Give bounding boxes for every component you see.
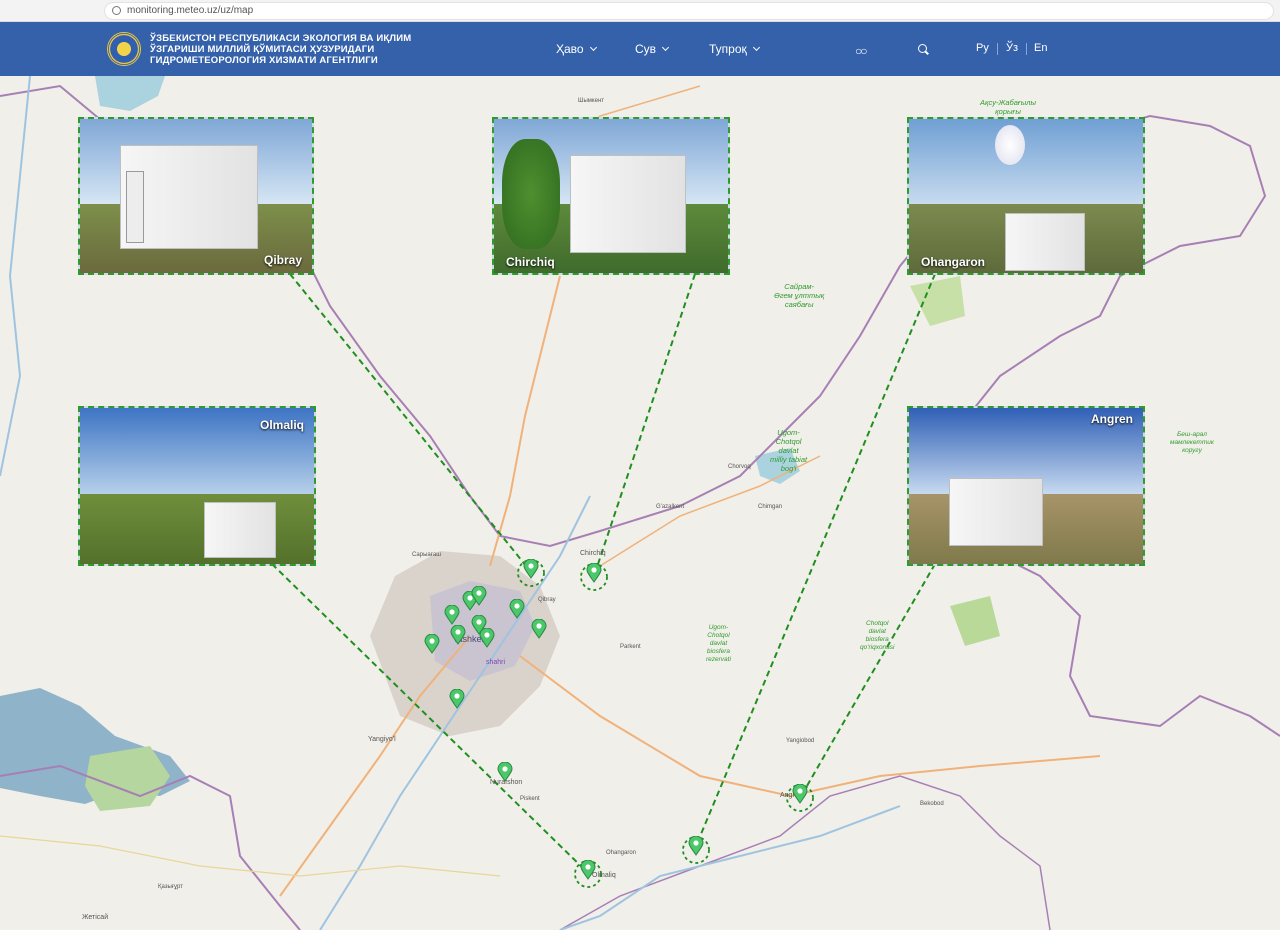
park-label-besh-aral: Беш-арал мамлекеттик коругу — [1170, 431, 1214, 454]
photo-ground — [80, 493, 314, 564]
monitoring-station-cabin — [570, 155, 686, 253]
place-label-piskent: Piskent — [520, 796, 540, 802]
tree — [502, 139, 560, 249]
station-photo-chirchiq[interactable]: Chirchiq — [492, 117, 730, 275]
agency-name[interactable]: ЎЗБЕКИСТОН РЕСПУБЛИКАСИ ЭКОЛОГИЯ ВА ИҚЛИ… — [150, 33, 411, 66]
ohangaron-river — [559, 805, 901, 930]
station-name-olmaliq: Olmaliq — [259, 418, 304, 432]
agency-name-line3: ГИДРОМЕТЕОРОЛОГИЯ ХИЗМАТИ АГЕНТЛИГИ — [150, 55, 378, 66]
station-marker-icon[interactable] — [424, 634, 440, 654]
place-label-chirchiq: Chirchiq — [580, 550, 606, 557]
station-highlights — [517, 559, 814, 888]
station-photo-qibray[interactable]: Qibray — [78, 117, 314, 275]
lang-divider — [997, 43, 998, 55]
park-area — [950, 596, 1000, 646]
accessibility-glasses-icon[interactable]: ○○ — [855, 44, 867, 58]
place-label-yangiyol: Yangiyo'l — [368, 736, 396, 743]
nav-suv[interactable]: Сув — [635, 42, 670, 56]
place-label-yangiobod: Yangiobod — [786, 738, 815, 744]
chevron-down-icon — [752, 43, 760, 52]
agency-name-line2: ЎЗГАРИШИ МИЛЛИЙ ҚЎМИТАСИ ҲУЗУРИДАГИ — [150, 44, 375, 55]
place-label-chimgan: Chimgan — [758, 504, 783, 510]
station-marker-icon[interactable] — [688, 836, 704, 856]
station-name-angren: Angren — [1091, 412, 1133, 426]
station-marker-icon[interactable] — [450, 625, 466, 645]
park-label-ugom-biosphere: Ugom- Chotqol davlat biosfera rezervati — [706, 624, 731, 663]
lang-divider — [1026, 43, 1027, 55]
agency-logo[interactable] — [107, 32, 141, 66]
connector-angren — [799, 563, 936, 799]
connector-qibray — [289, 273, 532, 573]
road — [519, 655, 1101, 798]
station-marker-icon[interactable] — [479, 628, 495, 648]
monitoring-station-cabin — [1005, 213, 1085, 271]
agency-name-line1: ЎЗБЕКИСТОН РЕСПУБЛИКАСИ ЭКОЛОГИЯ ВА ИҚЛИ… — [150, 33, 412, 44]
park-label-aksu: Ақсу-Жабағылы қорығы — [980, 98, 1036, 116]
nav-tuproq-label: Тупроқ — [709, 42, 747, 56]
connector-ohangaron — [695, 273, 936, 847]
syrdarya-river — [0, 76, 31, 477]
monitoring-station-cabin — [949, 478, 1043, 546]
lang-uz[interactable]: Ўз — [1006, 42, 1018, 54]
site-info-icon[interactable] — [112, 6, 121, 15]
place-label-gazalkent: G'azalkent — [656, 504, 685, 510]
place-label-shymkent: Шымкент — [578, 98, 605, 104]
lake-north — [95, 76, 165, 111]
search-icon[interactable] — [918, 44, 927, 53]
map-canvas[interactable]: Шымкент Сарыағаш Chirchiq Qibray Tashken… — [0, 76, 1280, 930]
url-field[interactable]: monitoring.meteo.uz/uz/map — [104, 2, 1274, 20]
chevron-down-icon — [589, 43, 597, 52]
park-area — [910, 276, 965, 326]
station-marker-icon[interactable] — [523, 559, 539, 579]
lang-en[interactable]: En — [1034, 42, 1047, 54]
nav-havo-label: Ҳаво — [556, 42, 584, 56]
place-label-qibray: Qibray — [538, 597, 556, 603]
place-label-sarymash: Сарыағаш — [412, 552, 442, 558]
chevron-down-icon — [662, 43, 670, 52]
station-name-chirchiq: Chirchiq — [506, 255, 555, 269]
photo-sky — [909, 119, 1143, 204]
place-label-bekobod: Bekobod — [920, 801, 944, 807]
road — [489, 275, 561, 567]
park-label-chotqol: Chotqol davlat biosfera qo'riqxonasi — [860, 620, 895, 651]
place-label-ohangaron: Ohangaron — [606, 850, 637, 856]
url-text: monitoring.meteo.uz/uz/map — [127, 5, 254, 16]
lang-ru[interactable]: Ру — [976, 42, 989, 54]
station-photo-olmaliq[interactable]: Olmaliq — [78, 406, 316, 566]
nav-tuproq[interactable]: Тупроқ — [709, 42, 760, 56]
place-label-parkent: Parkent — [620, 644, 641, 650]
station-marker-icon[interactable] — [580, 860, 596, 880]
site-header: ЎЗБЕКИСТОН РЕСПУБЛИКАСИ ЭКОЛОГИЯ ВА ИҚЛИ… — [0, 22, 1280, 76]
monitoring-station-cabin — [204, 502, 276, 558]
park-label-ugom: Ugom- Chotqol davlat milliy tabiat bog'i — [770, 428, 808, 473]
station-marker-icon[interactable] — [497, 762, 513, 782]
station-photo-angren[interactable]: Angren — [907, 406, 1145, 566]
connector-chirchiq — [593, 273, 696, 577]
cabin-door — [126, 171, 144, 243]
station-marker-icon[interactable] — [792, 784, 808, 804]
station-marker-icon[interactable] — [509, 599, 525, 619]
place-label-kazygurt: Қазығұрт — [158, 884, 183, 890]
place-label-zhetisay: Жетісай — [82, 914, 109, 921]
station-photo-ohangaron[interactable]: Ohangaron — [907, 117, 1145, 275]
station-marker-icon[interactable] — [444, 605, 460, 625]
station-marker-icon[interactable] — [531, 619, 547, 639]
nav-havo[interactable]: Ҳаво — [556, 42, 597, 56]
station-marker-icon[interactable] — [449, 689, 465, 709]
place-label-tashkent-shahri: shahri — [486, 659, 506, 666]
station-marker-icon[interactable] — [471, 586, 487, 606]
station-name-ohangaron: Ohangaron — [921, 255, 986, 269]
station-marker-icon[interactable] — [586, 563, 602, 583]
nav-suv-label: Сув — [635, 42, 657, 56]
place-label-chorvoq: Chorvoq — [728, 464, 751, 470]
park-label-sayram: Сайрам- Өгем ұлттық саябағы — [774, 282, 825, 309]
smoke-plume — [995, 125, 1025, 165]
station-name-qibray: Qibray — [263, 253, 302, 267]
browser-address-bar: monitoring.meteo.uz/uz/map — [0, 0, 1280, 22]
